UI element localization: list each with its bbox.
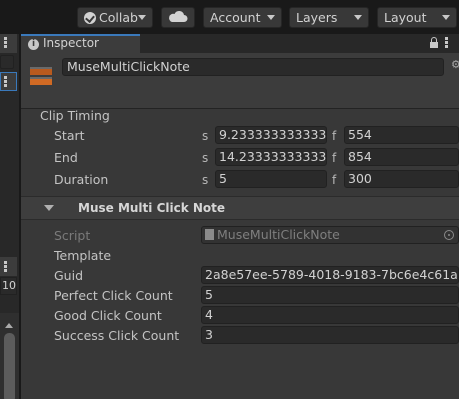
main-toolbar: Collab Account Layers Layout xyxy=(0,0,459,34)
script-field: MuseMultiClickNote xyxy=(201,226,459,244)
chevron-down-icon xyxy=(442,15,450,20)
kebab-menu-icon[interactable] xyxy=(445,37,448,49)
duration-label: Duration xyxy=(54,172,109,187)
end-seconds-unit: s xyxy=(202,151,209,165)
layers-label: Layers xyxy=(296,10,338,25)
object-header: MuseMultiClickNote ⚙ xyxy=(21,53,459,109)
collab-button[interactable]: Collab xyxy=(77,7,153,28)
object-picker-icon xyxy=(444,230,454,240)
lock-icon[interactable] xyxy=(430,37,438,49)
left-panel-field[interactable] xyxy=(0,55,14,69)
start-seconds-unit: s xyxy=(202,129,209,143)
guid-field[interactable]: 2a8e57ee-5789-4018-9183-7bc6e4c61ad2 xyxy=(201,266,459,284)
good-click-count-label: Good Click Count xyxy=(54,308,162,323)
guid-label: Guid xyxy=(54,268,84,283)
left-panel-tab[interactable] xyxy=(0,34,17,53)
script-value: MuseMultiClickNote xyxy=(217,227,340,242)
success-click-count-field[interactable]: 3 xyxy=(201,326,459,344)
cloud-icon xyxy=(169,10,188,22)
tab-inspector[interactable]: i Inspector xyxy=(21,34,140,53)
chevron-down-icon xyxy=(138,15,146,20)
kebab-menu-icon[interactable] xyxy=(4,76,7,88)
cloud-button[interactable] xyxy=(161,7,195,28)
layout-label: Layout xyxy=(384,10,427,25)
foldout-arrow-icon[interactable] xyxy=(44,205,54,211)
chevron-down-icon xyxy=(354,15,362,20)
timeline-clip-icon xyxy=(30,65,52,87)
layout-dropdown[interactable]: Layout xyxy=(377,7,457,28)
inspector-tab-label: Inspector xyxy=(43,36,99,50)
end-seconds-field[interactable]: 14.23333333333 xyxy=(215,148,327,166)
object-name-field[interactable]: MuseMultiClickNote xyxy=(62,58,444,76)
scroll-thumb[interactable] xyxy=(4,333,15,399)
duration-seconds-unit: s xyxy=(202,173,209,187)
good-click-count-field[interactable]: 4 xyxy=(201,306,459,324)
left-panel-tab-3[interactable] xyxy=(0,257,17,276)
settings-icon[interactable]: ⚙ xyxy=(451,58,459,71)
duration-frames-unit: f xyxy=(332,173,337,187)
kebab-menu-icon[interactable] xyxy=(4,37,7,49)
perfect-click-count-field[interactable]: 5 xyxy=(201,286,459,304)
duration-frames-field[interactable]: 300 xyxy=(344,170,459,188)
left-panel-tab-2[interactable] xyxy=(0,72,17,91)
perfect-click-count-label: Perfect Click Count xyxy=(54,288,173,303)
duration-seconds-field[interactable]: 5 xyxy=(215,170,327,188)
left-scrollbar[interactable] xyxy=(0,313,19,399)
check-circle-icon xyxy=(84,12,96,24)
inspector-window: i Inspector MuseMultiClickNote ⚙ Clip Ti… xyxy=(21,34,459,399)
start-label: Start xyxy=(54,128,85,143)
collab-label: Collab xyxy=(99,10,138,25)
scroll-up-arrow-icon[interactable] xyxy=(5,323,13,328)
success-click-count-label: Success Click Count xyxy=(54,328,180,343)
script-label: Script xyxy=(54,228,91,243)
component-header[interactable]: Muse Multi Click Note xyxy=(21,196,459,220)
account-label: Account xyxy=(210,10,261,25)
inspector-tab-bar: i Inspector xyxy=(21,34,459,53)
chevron-down-icon xyxy=(267,15,275,20)
start-seconds-field[interactable]: 9.233333333333 xyxy=(215,126,327,144)
clip-timing-heading: Clip Timing xyxy=(40,108,110,123)
account-dropdown[interactable]: Account xyxy=(203,7,282,28)
start-frames-field[interactable]: 554 xyxy=(344,126,459,144)
script-file-icon xyxy=(205,229,214,240)
info-icon: i xyxy=(28,39,39,50)
component-title: Muse Multi Click Note xyxy=(78,201,226,215)
end-frames-field[interactable]: 854 xyxy=(344,148,459,166)
end-frames-unit: f xyxy=(332,151,337,165)
template-label: Template xyxy=(54,248,112,263)
left-panel-number-field[interactable]: 10 xyxy=(0,277,17,295)
layers-dropdown[interactable]: Layers xyxy=(289,7,369,28)
kebab-menu-icon[interactable] xyxy=(4,261,7,273)
end-label: End xyxy=(54,150,78,165)
start-frames-unit: f xyxy=(332,129,337,143)
